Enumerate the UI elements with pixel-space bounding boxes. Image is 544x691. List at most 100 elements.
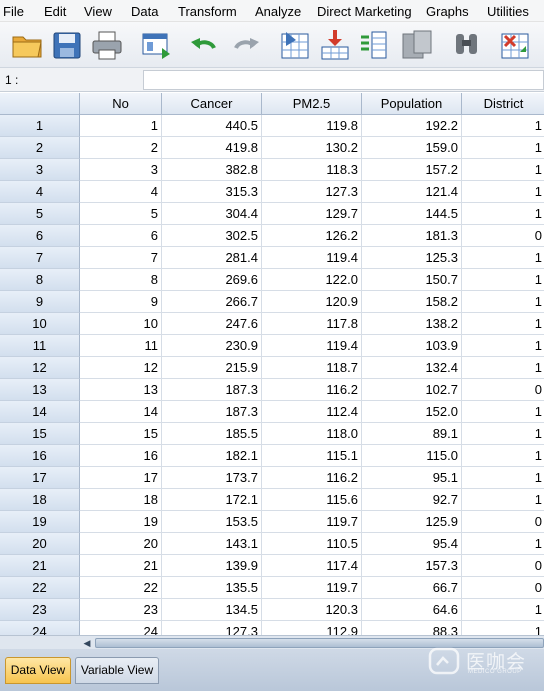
cell-population[interactable]: 144.5 <box>362 203 462 225</box>
open-folder-icon[interactable] <box>10 28 44 62</box>
cell-population[interactable]: 102.7 <box>362 379 462 401</box>
cell-cancer[interactable]: 382.8 <box>162 159 262 181</box>
cell-district[interactable]: 1 <box>462 335 544 357</box>
cell-no[interactable]: 12 <box>80 357 162 379</box>
cell-district[interactable]: 1 <box>462 599 544 621</box>
undo-icon[interactable] <box>188 28 222 62</box>
cell-district[interactable]: 1 <box>462 357 544 379</box>
cell-no[interactable]: 20 <box>80 533 162 555</box>
cell-population[interactable]: 150.7 <box>362 269 462 291</box>
row-header[interactable]: 9 <box>0 291 80 313</box>
cell-cancer[interactable]: 419.8 <box>162 137 262 159</box>
cell-district[interactable]: 1 <box>462 291 544 313</box>
menu-view[interactable]: View <box>84 4 112 19</box>
cell-population[interactable]: 115.0 <box>362 445 462 467</box>
cell-pm25[interactable]: 120.9 <box>262 291 362 313</box>
row-header[interactable]: 15 <box>0 423 80 445</box>
cell-pm25[interactable]: 118.3 <box>262 159 362 181</box>
cell-population[interactable]: 89.1 <box>362 423 462 445</box>
cell-cancer[interactable]: 139.9 <box>162 555 262 577</box>
row-header[interactable]: 5 <box>0 203 80 225</box>
cell-no[interactable]: 24 <box>80 621 162 635</box>
cell-no[interactable]: 5 <box>80 203 162 225</box>
cell-cancer[interactable]: 266.7 <box>162 291 262 313</box>
row-header[interactable]: 24 <box>0 621 80 635</box>
cell-cancer[interactable]: 440.5 <box>162 115 262 137</box>
cell-district[interactable]: 1 <box>462 467 544 489</box>
cell-district[interactable]: 1 <box>462 181 544 203</box>
cell-district[interactable]: 1 <box>462 269 544 291</box>
cell-population[interactable]: 88.3 <box>362 621 462 635</box>
tab-data-view[interactable]: Data View <box>5 657 71 684</box>
cell-pm25[interactable]: 129.7 <box>262 203 362 225</box>
cell-population[interactable]: 125.9 <box>362 511 462 533</box>
cell-district[interactable]: 1 <box>462 159 544 181</box>
row-header[interactable]: 6 <box>0 225 80 247</box>
variables-icon[interactable] <box>358 28 392 62</box>
cell-no[interactable]: 21 <box>80 555 162 577</box>
row-header[interactable]: 13 <box>0 379 80 401</box>
cell-pm25[interactable]: 119.8 <box>262 115 362 137</box>
row-header[interactable]: 16 <box>0 445 80 467</box>
cell-population[interactable]: 181.3 <box>362 225 462 247</box>
cell-no[interactable]: 22 <box>80 577 162 599</box>
row-header[interactable]: 14 <box>0 401 80 423</box>
cell-cancer[interactable]: 153.5 <box>162 511 262 533</box>
redo-icon[interactable] <box>228 28 262 62</box>
cell-population[interactable]: 92.7 <box>362 489 462 511</box>
row-header[interactable]: 10 <box>0 313 80 335</box>
cell-cancer[interactable]: 281.4 <box>162 247 262 269</box>
cell-pm25[interactable]: 120.3 <box>262 599 362 621</box>
row-header[interactable]: 19 <box>0 511 80 533</box>
cell-population[interactable]: 66.7 <box>362 577 462 599</box>
goto-case-icon[interactable] <box>278 28 312 62</box>
cell-pm25[interactable]: 118.7 <box>262 357 362 379</box>
cell-district[interactable]: 1 <box>462 313 544 335</box>
cell-no[interactable]: 10 <box>80 313 162 335</box>
cell-pm25[interactable]: 119.7 <box>262 577 362 599</box>
menu-transform[interactable]: Transform <box>178 4 237 19</box>
row-header[interactable]: 3 <box>0 159 80 181</box>
cell-district[interactable]: 1 <box>462 533 544 555</box>
cell-population[interactable]: 138.2 <box>362 313 462 335</box>
cell-population[interactable]: 95.4 <box>362 533 462 555</box>
cell-cancer[interactable]: 215.9 <box>162 357 262 379</box>
row-header[interactable]: 11 <box>0 335 80 357</box>
cell-no[interactable]: 4 <box>80 181 162 203</box>
cell-cancer[interactable]: 127.3 <box>162 621 262 635</box>
cell-pm25[interactable]: 112.9 <box>262 621 362 635</box>
row-header[interactable]: 22 <box>0 577 80 599</box>
cell-population[interactable]: 157.3 <box>362 555 462 577</box>
cell-district[interactable]: 1 <box>462 621 544 635</box>
row-header[interactable]: 18 <box>0 489 80 511</box>
menu-direct-marketing[interactable]: Direct Marketing <box>317 4 412 19</box>
column-header-no[interactable]: No <box>80 93 162 115</box>
cell-cancer[interactable]: 247.6 <box>162 313 262 335</box>
cell-district[interactable]: 0 <box>462 577 544 599</box>
cell-pm25[interactable]: 119.4 <box>262 247 362 269</box>
cell-district[interactable]: 1 <box>462 203 544 225</box>
cell-no[interactable]: 6 <box>80 225 162 247</box>
cell-pm25[interactable]: 126.2 <box>262 225 362 247</box>
goto-variable-icon[interactable] <box>318 28 352 62</box>
cell-pm25[interactable]: 119.4 <box>262 335 362 357</box>
row-header[interactable]: 17 <box>0 467 80 489</box>
cell-district[interactable]: 1 <box>462 115 544 137</box>
column-header-cancer[interactable]: Cancer <box>162 93 262 115</box>
cell-cancer[interactable]: 269.6 <box>162 269 262 291</box>
cell-pm25[interactable]: 117.8 <box>262 313 362 335</box>
save-icon[interactable] <box>50 28 84 62</box>
cell-no[interactable]: 1 <box>80 115 162 137</box>
cell-cancer[interactable]: 173.7 <box>162 467 262 489</box>
cell-district[interactable]: 1 <box>462 445 544 467</box>
cell-population[interactable]: 121.4 <box>362 181 462 203</box>
menu-data[interactable]: Data <box>131 4 158 19</box>
cell-population[interactable]: 158.2 <box>362 291 462 313</box>
cell-district[interactable]: 1 <box>462 137 544 159</box>
cell-population[interactable]: 192.2 <box>362 115 462 137</box>
cell-cancer[interactable]: 302.5 <box>162 225 262 247</box>
cell-cancer[interactable]: 230.9 <box>162 335 262 357</box>
cell-district[interactable]: 1 <box>462 489 544 511</box>
row-header[interactable]: 12 <box>0 357 80 379</box>
cell-population[interactable]: 95.1 <box>362 467 462 489</box>
